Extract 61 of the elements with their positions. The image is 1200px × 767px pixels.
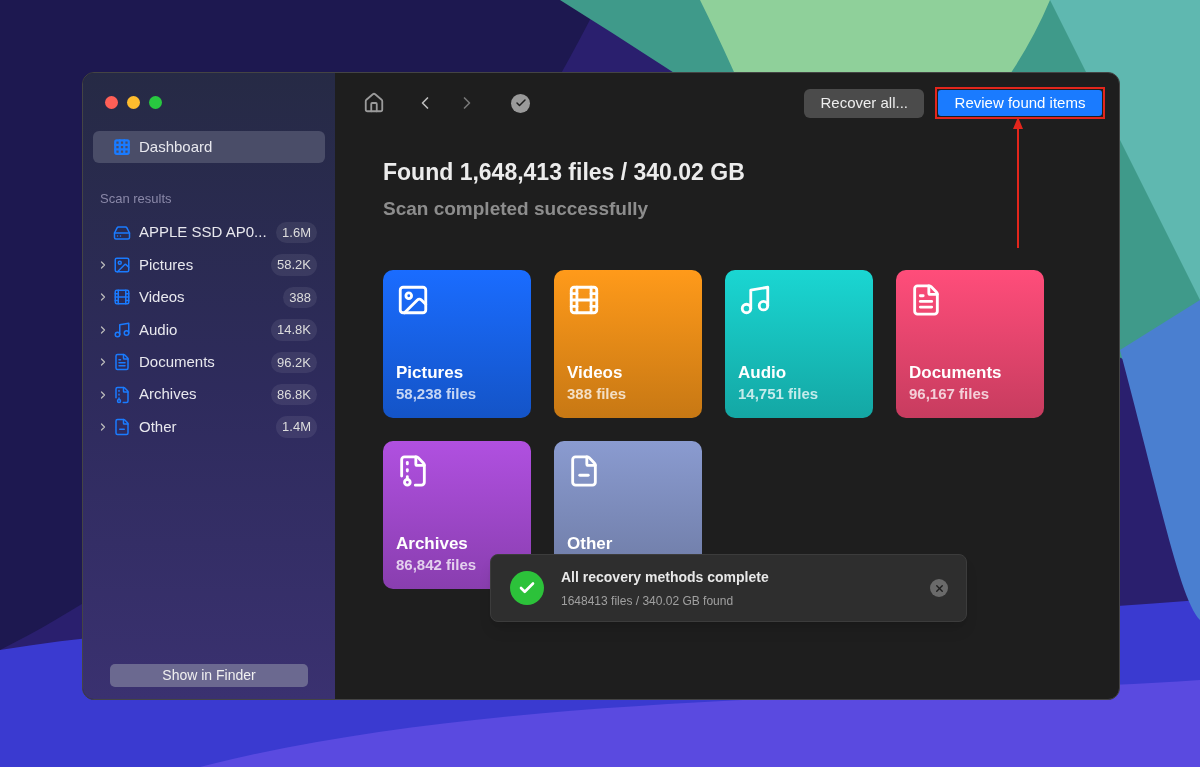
item-label: Audio xyxy=(139,319,178,340)
document-icon xyxy=(113,353,131,372)
card-count: 86,842 files xyxy=(396,555,477,575)
archive-icon xyxy=(113,385,131,404)
summary-title: Found 1,648,413 files / 340.02 GB xyxy=(383,158,746,187)
close-icon[interactable] xyxy=(930,579,948,597)
card-count: 96,167 files xyxy=(909,384,990,404)
card-title: Pictures xyxy=(396,363,464,383)
recover-all-button[interactable]: Recover all... xyxy=(804,88,924,118)
film-icon xyxy=(567,283,601,317)
check-icon[interactable] xyxy=(511,93,530,113)
card-count: 388 files xyxy=(567,384,627,404)
music-note-icon xyxy=(738,283,772,317)
category-card[interactable]: Pictures 58,238 files xyxy=(383,270,531,418)
count-badge: 1.4M xyxy=(276,416,317,438)
count-badge: 58.2K xyxy=(271,254,317,276)
music-note-icon xyxy=(113,320,131,339)
item-label: APPLE SSD AP0... xyxy=(139,222,267,243)
card-title: Audio xyxy=(738,363,787,383)
summary-subtitle: Scan completed successfully xyxy=(383,196,650,221)
sidebar-item[interactable]: Audio 14.8K xyxy=(93,313,325,347)
minimize-button[interactable] xyxy=(127,96,140,109)
card-title: Videos xyxy=(567,363,623,383)
card-count: 14,751 files xyxy=(738,384,819,404)
card-title: Documents xyxy=(909,363,1002,383)
item-label: Videos xyxy=(139,287,185,308)
sidebar-item[interactable]: Other 1.4M xyxy=(93,410,325,444)
home-icon[interactable] xyxy=(363,92,385,114)
show-in-finder-button[interactable]: Show in Finder xyxy=(110,664,308,687)
sidebar-item[interactable]: Pictures 58.2K xyxy=(93,248,325,282)
toast-message: 1648413 files / 340.02 GB found xyxy=(561,592,735,610)
count-badge: 388 xyxy=(283,286,317,309)
film-icon xyxy=(113,288,131,307)
file-icon xyxy=(113,418,131,437)
item-label: Archives xyxy=(139,384,197,405)
count-badge: 86.8K xyxy=(271,383,317,406)
count-badge: 1.6M xyxy=(276,221,317,244)
sidebar-item[interactable]: Documents 96.2K xyxy=(93,346,325,379)
drive-icon xyxy=(113,223,131,242)
card-title: Archives xyxy=(396,534,468,554)
success-icon xyxy=(510,571,544,605)
category-card[interactable]: Documents 96,167 files xyxy=(896,270,1044,418)
item-label: Documents xyxy=(139,352,215,372)
section-title: Scan results xyxy=(99,190,172,208)
image-icon xyxy=(113,256,131,275)
card-count: 58,238 files xyxy=(396,384,477,404)
maximize-button[interactable] xyxy=(149,96,162,109)
card-title: Other xyxy=(567,534,613,554)
item-label: Other xyxy=(139,416,177,437)
sidebar-item[interactable]: Archives 86.8K xyxy=(93,378,325,411)
count-badge: 14.8K xyxy=(271,319,317,341)
sidebar-item[interactable]: APPLE SSD AP0... 1.6M xyxy=(93,216,325,249)
category-card[interactable]: Archives 86,842 files xyxy=(383,441,531,589)
count-badge: 96.2K xyxy=(271,351,317,373)
image-icon xyxy=(396,283,430,317)
close-button[interactable] xyxy=(105,96,118,109)
sidebar-item[interactable]: Dashboard xyxy=(93,131,325,163)
review-found-items-button[interactable]: Review found items xyxy=(938,90,1102,116)
item-label: Pictures xyxy=(139,254,194,275)
grid-icon xyxy=(113,138,131,156)
sidebar-item[interactable]: Videos 388 xyxy=(93,281,325,314)
